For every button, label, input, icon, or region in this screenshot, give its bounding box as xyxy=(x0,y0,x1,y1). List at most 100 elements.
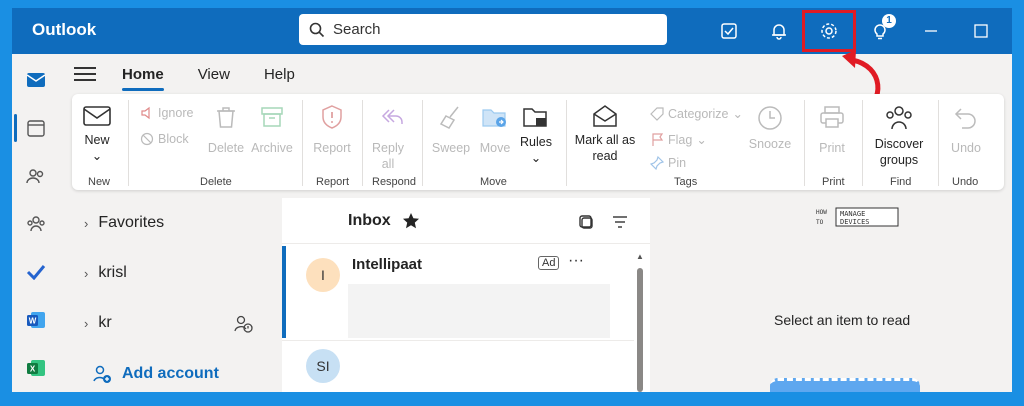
ignore-icon xyxy=(141,106,150,120)
group-tags-label: Tags xyxy=(674,176,698,188)
people-icon[interactable] xyxy=(24,164,48,188)
svg-text:HOW: HOW xyxy=(816,209,827,216)
app-rail: W X xyxy=(12,54,60,392)
calendar-icon[interactable] xyxy=(24,116,48,140)
rules-button[interactable]: Rules ⌄ xyxy=(518,104,554,166)
svg-text:X: X xyxy=(30,365,36,374)
svg-text:MANAGE: MANAGE xyxy=(840,210,865,218)
categorize-button[interactable]: Categorize ⌄ xyxy=(650,106,743,121)
ribbon: New ⌄ New Ignore Block Delete Archive De… xyxy=(72,94,1004,190)
scrollbar[interactable]: ▲ xyxy=(635,248,645,392)
my-day-icon[interactable] xyxy=(718,20,740,42)
folder-favorites[interactable]: › Favorites xyxy=(84,214,164,232)
printer-icon xyxy=(820,106,844,128)
print-button[interactable]: Print xyxy=(812,104,852,156)
search-box[interactable]: Search xyxy=(299,14,667,45)
scrollbar-thumb[interactable] xyxy=(637,268,643,392)
trash-icon xyxy=(217,107,235,128)
reply-all-button[interactable]: Reply all xyxy=(370,104,414,172)
groups-icon[interactable] xyxy=(24,212,48,236)
undo-button[interactable]: Undo xyxy=(946,104,986,156)
ad-badge: Ad xyxy=(538,256,560,270)
filter-icon[interactable] xyxy=(612,214,628,230)
tab-home[interactable]: Home xyxy=(122,66,164,91)
archive-button[interactable]: Archive xyxy=(248,104,296,156)
clock-icon xyxy=(758,106,782,130)
discover-groups-button[interactable]: Discover groups xyxy=(868,104,930,168)
redacted-preview xyxy=(348,284,610,338)
chevron-right-icon: › xyxy=(84,315,89,331)
avatar: I xyxy=(306,258,340,292)
folder-move-icon xyxy=(482,109,506,127)
mark-all-read-button[interactable]: Mark all as read xyxy=(572,104,638,164)
folder-account-2[interactable]: › kr xyxy=(84,314,112,332)
svg-text:W: W xyxy=(29,317,37,326)
message-list-header: Inbox xyxy=(282,198,650,244)
gear-icon[interactable] xyxy=(818,20,840,42)
chevron-right-icon: › xyxy=(84,215,89,231)
new-label: New xyxy=(84,133,110,147)
list-item[interactable]: SI xyxy=(282,340,634,392)
tag-icon xyxy=(650,106,664,121)
mail-icon[interactable] xyxy=(24,68,48,92)
delete-button[interactable]: Delete xyxy=(206,104,246,156)
list-item[interactable]: I Intellipaat Ad ··· xyxy=(282,246,634,338)
app-name: Outlook xyxy=(32,20,97,39)
reply-all-icon xyxy=(381,109,403,124)
minimize-icon[interactable] xyxy=(920,20,942,42)
snooze-button[interactable]: Snooze xyxy=(748,104,792,152)
group-new-label: New xyxy=(88,176,111,188)
new-chevron-icon: ⌄ xyxy=(91,149,103,163)
rail-active-indicator xyxy=(14,114,17,142)
word-icon[interactable]: W xyxy=(24,308,48,332)
svg-text:TO: TO xyxy=(816,219,824,226)
todo-icon[interactable] xyxy=(24,260,48,284)
notification-badge: 1 xyxy=(882,14,896,28)
folder-account-1[interactable]: › krisl xyxy=(84,264,127,282)
new-button[interactable]: New ⌄ xyxy=(80,104,114,164)
group-find-label: Find xyxy=(890,176,912,188)
block-button[interactable]: Block xyxy=(140,132,189,146)
rules-icon xyxy=(523,108,547,127)
tab-view[interactable]: View xyxy=(198,66,230,83)
pin-button[interactable]: Pin xyxy=(650,156,686,170)
group-print-label: Print xyxy=(822,176,845,188)
move-button[interactable]: Move xyxy=(476,104,514,156)
archive-icon xyxy=(261,107,283,127)
add-account-button[interactable]: Add account xyxy=(92,364,219,384)
select-mode-icon[interactable] xyxy=(578,214,594,230)
group-report-label: Report xyxy=(316,176,350,188)
envelope-open-icon xyxy=(593,105,617,127)
group-undo-label: Undo xyxy=(952,176,979,188)
report-button[interactable]: Report xyxy=(310,104,354,156)
broom-icon xyxy=(439,106,459,129)
bell-icon[interactable] xyxy=(768,20,790,42)
rules-chevron-icon: ⌄ xyxy=(530,151,542,165)
account-sync-icon[interactable] xyxy=(234,314,254,334)
excel-icon[interactable]: X xyxy=(24,356,48,380)
ignore-button[interactable]: Ignore xyxy=(140,106,193,120)
sender-name: Intellipaat xyxy=(352,256,423,273)
star-icon[interactable] xyxy=(402,212,420,230)
svg-text:DEVICES: DEVICES xyxy=(840,218,870,226)
outlook-window: Outlook Search 1 W X Home View Help New … xyxy=(12,8,1012,392)
watermark-logo: HOW TO MANAGE DEVICES xyxy=(816,206,902,230)
tab-help[interactable]: Help xyxy=(264,66,295,83)
hamburger-menu-icon[interactable] xyxy=(74,63,96,85)
empty-state-illustration xyxy=(770,378,920,392)
flag-icon xyxy=(652,132,664,146)
chevron-right-icon: › xyxy=(84,265,89,281)
add-person-icon xyxy=(93,365,111,383)
group-respond-label: Respond xyxy=(372,176,417,188)
more-options-icon[interactable]: ··· xyxy=(568,252,584,270)
avatar: SI xyxy=(306,349,340,383)
block-icon xyxy=(140,132,154,146)
inbox-title: Inbox xyxy=(348,212,391,229)
flag-button[interactable]: Flag ⌄ xyxy=(650,132,707,147)
maximize-icon[interactable] xyxy=(970,20,992,42)
discover-groups-icon xyxy=(886,106,912,130)
pin-icon xyxy=(650,156,664,170)
search-icon xyxy=(309,22,325,37)
shield-icon xyxy=(322,105,342,129)
sweep-button[interactable]: Sweep xyxy=(430,104,472,156)
